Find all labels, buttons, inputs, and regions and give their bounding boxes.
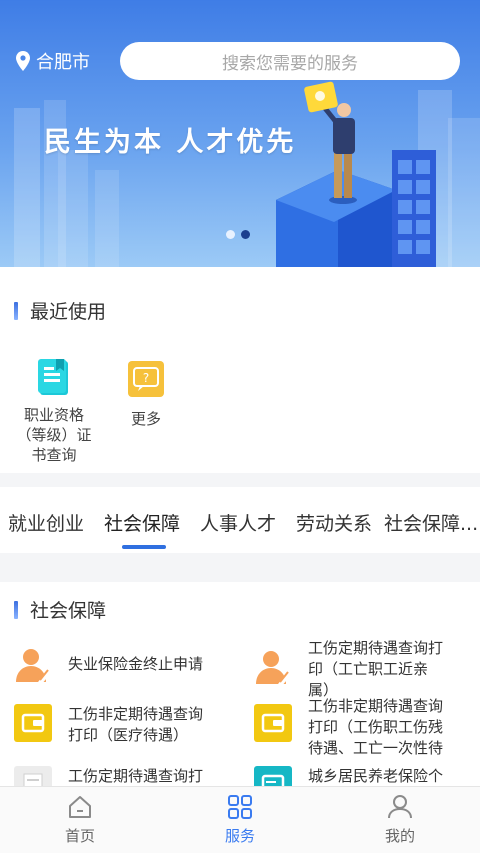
- recent-item-label-line: （等级）证: [16, 426, 92, 444]
- tab-social-security-more[interactable]: 社会保障...: [384, 509, 478, 536]
- home-icon: [69, 796, 91, 818]
- banner-slogan: 民生为本 人才优先: [44, 127, 297, 158]
- nav-mine[interactable]: 我的: [360, 795, 440, 846]
- recent-item-certificate-query[interactable]: 职业资格 （等级）证 书查询: [16, 359, 92, 465]
- search-input[interactable]: 搜索您需要的服务: [120, 42, 460, 80]
- recent-item-label-line: 书查询: [31, 446, 77, 464]
- service-label-line: 工伤非定期待遇查询: [308, 697, 444, 715]
- service-item[interactable]: 工伤定期待遇查询打 印（工亡职工近亲 属）: [254, 638, 443, 701]
- card-icon: [254, 766, 292, 786]
- service-label-line: 打印（医疗待遇）: [68, 726, 189, 744]
- search-placeholder: 搜索您需要的服务: [222, 53, 358, 74]
- service-label-line: 待遇、工亡一次性待: [308, 739, 444, 757]
- social-security-section: 社会保障 失业保险金终止申请 工伤定期待遇查询打 印（工亡职工近亲 属） 工伤非…: [0, 582, 480, 786]
- document-icon: [14, 766, 52, 786]
- nav-mine-label: 我的: [384, 827, 415, 845]
- social-section-title: 社会保障: [14, 596, 106, 623]
- carousel-dot[interactable]: [226, 230, 235, 239]
- service-label-line: 工伤定期待遇查询打: [68, 767, 204, 785]
- category-tabs: 就业创业 社会保障 人事人才 劳动关系 社会保障...: [0, 487, 480, 553]
- tab-personnel[interactable]: 人事人才: [200, 509, 276, 536]
- recent-section-title: 最近使用: [14, 297, 106, 324]
- wallet-icon: [254, 704, 292, 742]
- section-accent-bar: [14, 600, 18, 619]
- service-label-line: 工伤非定期待遇查询: [68, 705, 204, 723]
- svg-text:?: ?: [143, 371, 149, 385]
- location-selector[interactable]: 合肥市: [16, 48, 90, 74]
- service-label-line: 印（工亡职工近亲: [308, 660, 429, 678]
- person-edit-icon: [14, 646, 52, 685]
- service-item[interactable]: 工伤定期待遇查询打: [14, 766, 203, 786]
- active-tab-indicator: [122, 545, 166, 549]
- nav-home-label: 首页: [64, 827, 95, 845]
- service-item[interactable]: 工伤非定期待遇查询 打印（医疗待遇）: [14, 704, 203, 746]
- service-label-line: 城乡居民养老保险个: [308, 767, 444, 785]
- section-accent-bar: [14, 301, 18, 320]
- more-icon: ?: [128, 361, 164, 397]
- service-label-line: 打印（工伤职工伤残: [308, 718, 444, 736]
- service-item[interactable]: 工伤非定期待遇查询 打印（工伤职工伤残 待遇、工亡一次性待: [254, 696, 443, 759]
- recent-title-text: 最近使用: [30, 301, 107, 323]
- nav-services-label: 服务: [224, 827, 255, 845]
- tab-employment[interactable]: 就业创业: [8, 509, 84, 536]
- tab-labor-relations[interactable]: 劳动关系: [296, 509, 372, 536]
- nav-services[interactable]: 服务: [200, 795, 280, 846]
- person-edit-icon: [254, 648, 292, 687]
- service-label-line: 失业保险金终止申请: [68, 655, 204, 673]
- wallet-icon: [14, 704, 52, 742]
- bottom-navigation: 首页 服务 我的: [0, 786, 480, 853]
- carousel-indicator: [226, 230, 250, 239]
- certificate-icon: [38, 359, 70, 397]
- location-pin-icon: [16, 51, 30, 71]
- user-icon: [388, 795, 412, 819]
- social-title-text: 社会保障: [30, 600, 107, 622]
- service-item[interactable]: 城乡居民养老保险个: [254, 766, 443, 786]
- nav-home[interactable]: 首页: [40, 795, 120, 846]
- grid-icon: [228, 795, 252, 819]
- recent-section: 最近使用 职业资格 （等级）证 书查询 ? 更多: [0, 267, 480, 473]
- recent-item-label-line: 更多: [130, 410, 161, 428]
- service-label-line: 工伤定期待遇查询打: [308, 639, 444, 657]
- recent-item-more[interactable]: ? 更多: [118, 361, 174, 429]
- recent-item-label-line: 职业资格: [23, 406, 84, 424]
- service-item[interactable]: 失业保险金终止申请: [14, 646, 204, 685]
- carousel-dot-active[interactable]: [241, 230, 250, 239]
- banner[interactable]: 合肥市 搜索您需要的服务 民生为本 人才优先: [0, 0, 480, 267]
- tab-social-security[interactable]: 社会保障: [104, 509, 180, 536]
- location-label: 合肥市: [36, 52, 90, 73]
